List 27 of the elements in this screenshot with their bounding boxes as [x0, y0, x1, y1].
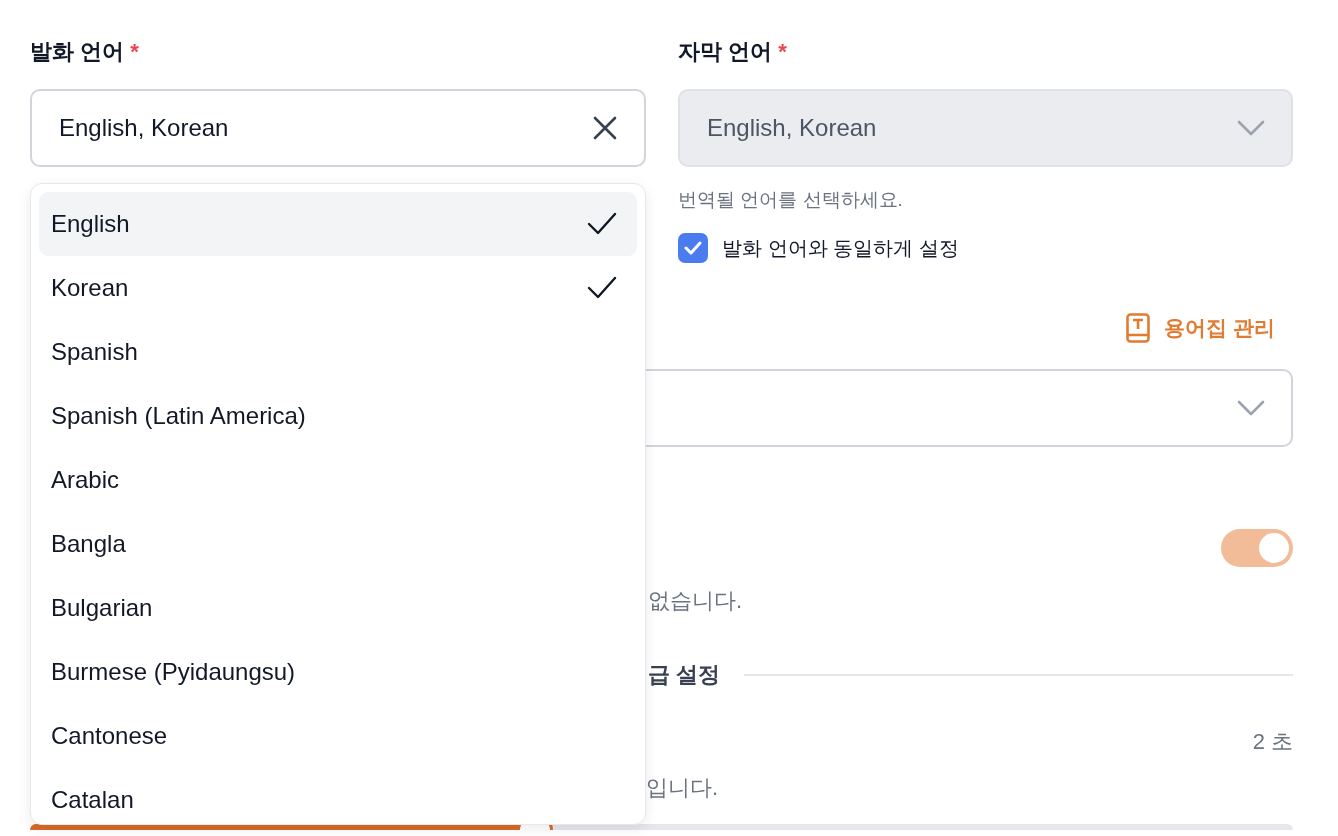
dropdown-option[interactable]: Korean [39, 256, 637, 320]
check-icon [684, 241, 702, 255]
field-label: 자막 언어 [678, 38, 773, 66]
book-icon [1126, 313, 1151, 343]
field-label: 발화 언어 [30, 38, 125, 66]
helper-text: 번역될 언어를 선택하세요. [678, 188, 904, 212]
dropdown-option[interactable]: Arabic [39, 448, 637, 512]
dropdown-option[interactable]: Catalan [39, 768, 637, 824]
toggle-switch[interactable] [1221, 529, 1293, 567]
chevron-down-icon [1237, 400, 1265, 416]
chevron-down-icon [1237, 120, 1265, 136]
close-icon[interactable] [592, 115, 618, 141]
dropdown-option[interactable]: Spanish (Latin America) [39, 384, 637, 448]
helper-text: 없습니다. [648, 588, 743, 613]
required-mark: * [130, 39, 139, 65]
language-select[interactable]: English, Korean [30, 89, 646, 167]
helper-text: 입니다. [646, 775, 719, 800]
dropdown-option[interactable]: Cantonese [39, 704, 637, 768]
dropdown-option[interactable]: Spanish [39, 320, 637, 384]
required-mark: * [778, 39, 787, 65]
checkbox-label: 발화 언어와 동일하게 설정 [722, 235, 959, 261]
dropdown-option[interactable]: Bulgarian [39, 576, 637, 640]
dropdown-option[interactable]: Burmese (Pyidaungsu) [39, 640, 637, 704]
dropdown-option[interactable]: English [39, 192, 637, 256]
dropdown-option[interactable]: Bangla [39, 512, 637, 576]
section-title: 급 설정 [648, 661, 721, 689]
slider-value: 2 초 [1252, 729, 1293, 754]
